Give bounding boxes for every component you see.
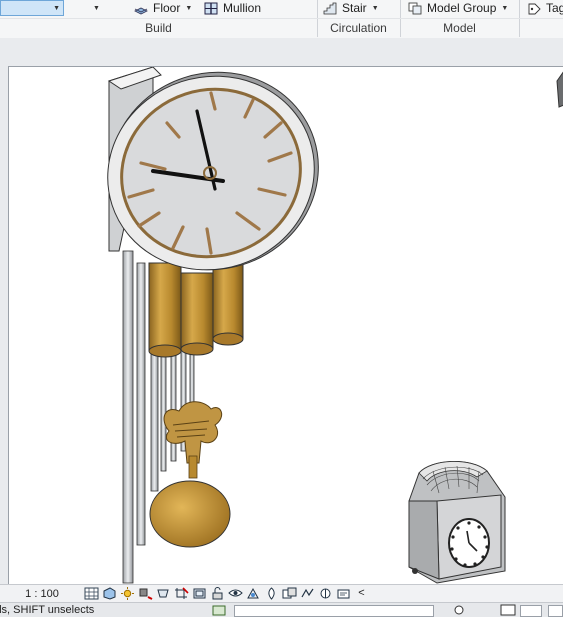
chevron-down-icon: ▼ — [53, 4, 60, 12]
model-group-button[interactable]: Model Group ▼ — [408, 0, 508, 16]
chevron-down-icon: ▼ — [501, 4, 509, 12]
reveal-hidden-icon[interactable] — [246, 587, 261, 600]
detail-level-icon[interactable] — [84, 587, 99, 600]
floor-button[interactable]: Floor ▼ — [134, 0, 192, 16]
crop-view-icon[interactable] — [174, 587, 189, 600]
status-bar: lds, SHIFT unselects — [0, 602, 563, 617]
ribbon: ▼ ▼ Floor ▼ Mullion Stair ▼ Model Group … — [0, 0, 563, 39]
dropdown-button-selected[interactable]: ▼ — [0, 0, 64, 16]
panel-labels-row: Build Circulation Model — [0, 18, 563, 38]
filter-count-field[interactable] — [520, 605, 542, 617]
stair-label: Stair — [342, 1, 367, 15]
view-control-bar: 1 : 100 < — [0, 584, 563, 602]
mullion-icon — [204, 2, 218, 14]
design-options-icon[interactable] — [318, 587, 333, 600]
reveal-constraints-icon[interactable] — [300, 587, 315, 600]
filter-field[interactable] — [548, 605, 563, 617]
chevron-down-icon: ▼ — [371, 4, 379, 12]
stair-button[interactable]: Stair ▼ — [323, 0, 379, 16]
highlight-displacement-icon[interactable] — [282, 587, 297, 600]
main-model-icon[interactable] — [500, 604, 516, 616]
floor-icon — [134, 7, 148, 14]
tag-icon — [528, 3, 541, 14]
collapse-arrow-icon[interactable]: < — [354, 587, 369, 600]
tag-button[interactable]: Tag — [527, 0, 563, 16]
render-icon[interactable] — [156, 587, 171, 600]
chevron-down-icon: ▼ — [93, 4, 100, 12]
model-panel-label: Model — [443, 21, 476, 35]
mullion-button[interactable]: Mullion — [204, 0, 261, 16]
analytical-model-icon[interactable] — [264, 587, 279, 600]
temporary-hide-icon[interactable] — [228, 587, 243, 600]
view-scale[interactable]: 1 : 100 — [0, 588, 84, 600]
model-viewport[interactable] — [9, 67, 563, 585]
build-panel-label: Build — [145, 21, 172, 35]
status-message: lds, SHIFT unselects — [0, 604, 95, 616]
3d-view-canvas[interactable] — [8, 66, 563, 585]
mullion-label: Mullion — [223, 1, 262, 15]
chevron-down-icon: ▼ — [185, 4, 193, 12]
floor-label: Floor — [153, 1, 181, 15]
view-left-strip — [0, 66, 8, 584]
stair-icon — [323, 2, 337, 14]
show-crop-icon[interactable] — [192, 587, 207, 600]
workset-icon[interactable] — [212, 604, 226, 616]
model-group-label: Model Group — [427, 1, 497, 15]
partial-model-object[interactable] — [556, 71, 563, 108]
circulation-panel-label: Circulation — [330, 21, 387, 35]
visual-style-icon[interactable] — [102, 587, 117, 600]
sun-path-icon[interactable] — [120, 587, 135, 600]
mantel-clock-model[interactable] — [408, 460, 506, 584]
model-group-icon — [408, 2, 422, 14]
build-dropdown-button[interactable]: ▼ — [88, 0, 100, 16]
ribbon-gap — [0, 38, 563, 66]
shadows-icon[interactable] — [138, 587, 153, 600]
worksharing-icon[interactable] — [336, 587, 351, 600]
editable-only-icon[interactable] — [452, 604, 466, 616]
tag-label: Tag — [546, 1, 563, 15]
active-workset-field[interactable] — [234, 605, 434, 617]
wall-clock-model[interactable] — [82, 67, 344, 584]
unlock-3d-icon[interactable] — [210, 587, 225, 600]
